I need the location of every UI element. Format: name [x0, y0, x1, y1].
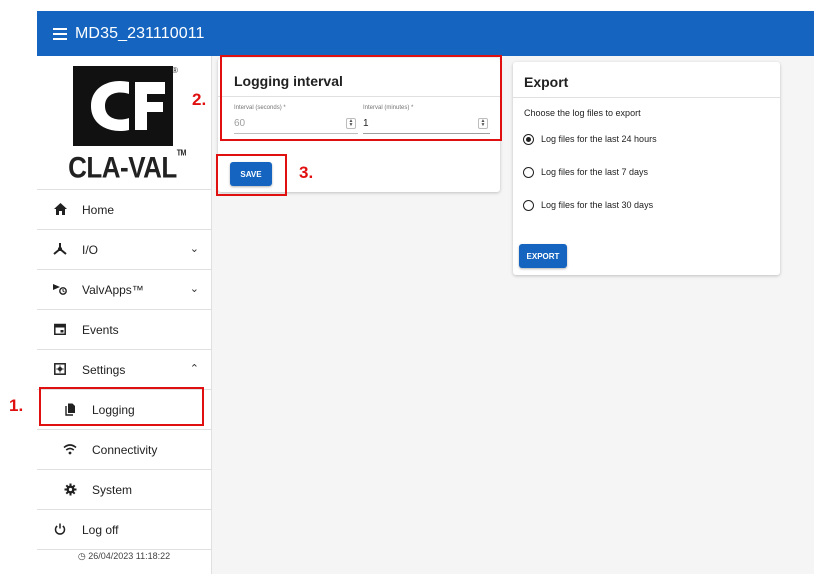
- radio-label: Log files for the last 7 days: [541, 167, 649, 177]
- radio-label: Log files for the last 24 hours: [541, 134, 657, 144]
- seconds-field[interactable]: 60: [234, 118, 245, 129]
- step-3-label: 3.: [299, 163, 314, 182]
- device-title: MD35_231110011: [75, 24, 205, 42]
- step-1-label: 1.: [9, 396, 24, 415]
- sidebar-item-label: Log off: [82, 523, 119, 537]
- chevron-up-icon: ⌃: [189, 363, 199, 375]
- nav-menu: Home I/O ⌄ ValvApps™ ⌄ Events Settings ⌃…: [37, 189, 211, 550]
- radio-option-24-hours[interactable]: Log files for the last 24 hours: [523, 131, 657, 147]
- seconds-underline: [234, 133, 358, 134]
- power-icon: [53, 522, 67, 536]
- sidebar-item-valvapps[interactable]: ValvApps™ ⌄: [37, 270, 211, 310]
- file-icon: [63, 402, 77, 416]
- sidebar-item-label: Home: [82, 203, 115, 217]
- sidebar-item-label: Settings: [82, 363, 126, 377]
- sidebar-item-system[interactable]: System: [37, 470, 211, 510]
- cla-val-logo: ® CLA-VALTM: [67, 66, 187, 186]
- hamburger-menu-icon[interactable]: [53, 27, 67, 40]
- clock-icon: ◷: [77, 551, 86, 561]
- export-prompt: Choose the log files to export: [524, 108, 641, 118]
- sidebar-item-settings[interactable]: Settings ⌃: [37, 350, 211, 390]
- save-button[interactable]: SAVE: [230, 162, 272, 186]
- minutes-spinner-icon[interactable]: ▲ ▼: [478, 118, 488, 129]
- step-2-label: 2.: [192, 90, 207, 109]
- logo-wordmark: CLA-VALTM: [68, 149, 186, 185]
- sidebar-item-log-off[interactable]: Log off: [37, 510, 211, 550]
- sidebar-item-connectivity[interactable]: Connectivity: [37, 430, 211, 470]
- sidebar-item-events[interactable]: Events: [37, 310, 211, 350]
- radio-checked-icon: [523, 133, 534, 145]
- gear-icon: [63, 482, 77, 496]
- calendar-icon: [53, 322, 67, 336]
- home-icon: [53, 202, 67, 216]
- sidebar-item-label: I/O: [82, 243, 99, 257]
- divider: [218, 96, 500, 97]
- valvapps-icon: [53, 282, 67, 296]
- settings-icon: [53, 362, 67, 376]
- sidebar-item-io[interactable]: I/O ⌄: [37, 230, 211, 270]
- sidebar-item-logging[interactable]: Logging: [37, 390, 211, 430]
- card-title: Export: [524, 74, 569, 90]
- radio-option-30-days[interactable]: Log files for the last 30 days: [523, 197, 653, 213]
- seconds-field-label: Interval (seconds) *: [234, 105, 286, 111]
- minutes-field-label: Interval (minutes) *: [363, 105, 414, 111]
- sidebar: ® CLA-VALTM Home I/O ⌄ ValvApps™ ⌄ Event…: [37, 56, 212, 574]
- wifi-icon: [63, 442, 77, 456]
- sidebar-item-label: ValvApps™: [82, 283, 144, 297]
- sidebar-item-home[interactable]: Home: [37, 190, 211, 230]
- radio-unchecked-icon: [523, 199, 534, 211]
- sidebar-item-label: System: [92, 483, 133, 497]
- minutes-underline: [363, 133, 490, 134]
- timestamp-text: 26/04/2023 11:18:22: [88, 551, 171, 561]
- logging-interval-card: Logging interval Interval (seconds) * 60…: [218, 58, 500, 192]
- minutes-field[interactable]: 1: [363, 118, 369, 129]
- chevron-down-icon: ⌄: [189, 243, 199, 255]
- export-button[interactable]: EXPORT: [519, 244, 567, 268]
- divider: [513, 97, 780, 98]
- radio-unchecked-icon: [523, 166, 534, 178]
- timestamp: ◷ 26/04/2023 11:18:22: [37, 551, 211, 562]
- export-card: Export Choose the log files to export Lo…: [513, 62, 780, 275]
- radio-label: Log files for the last 30 days: [541, 200, 654, 210]
- sidebar-item-label: Events: [82, 323, 119, 337]
- io-icon: [53, 242, 67, 256]
- cla-val-logo-mark-icon: [73, 66, 173, 146]
- sidebar-item-label: Connectivity: [92, 443, 158, 457]
- card-title: Logging interval: [234, 73, 343, 89]
- sidebar-item-label: Logging: [92, 403, 135, 417]
- chevron-down-icon: ⌄: [189, 283, 199, 295]
- registered-mark: ®: [172, 66, 178, 75]
- top-app-bar: MD35_231110011: [37, 11, 814, 56]
- seconds-spinner-icon[interactable]: ▲ ▼: [346, 118, 356, 129]
- radio-option-7-days[interactable]: Log files for the last 7 days: [523, 164, 648, 180]
